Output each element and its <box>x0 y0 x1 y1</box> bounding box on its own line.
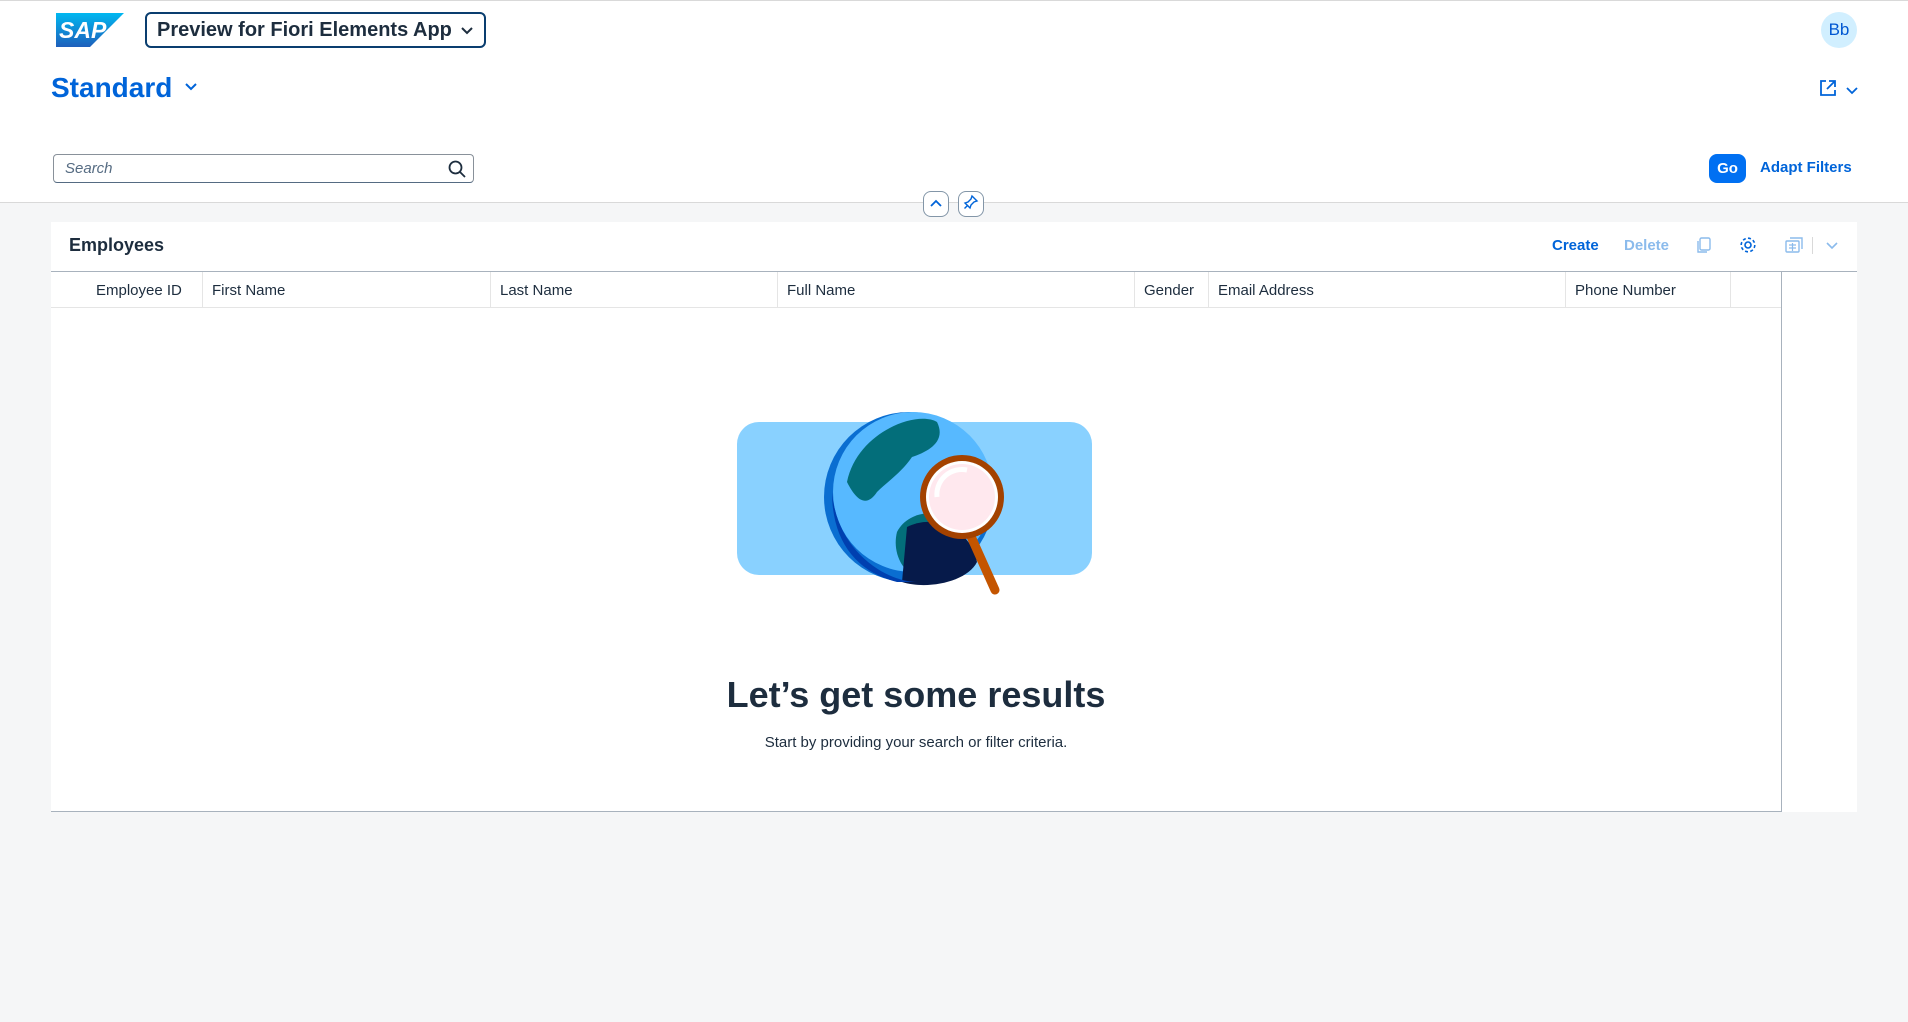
table-top-border <box>1782 271 1857 272</box>
search-icon[interactable] <box>447 159 467 179</box>
chevron-up-icon <box>930 195 942 213</box>
table-right-border <box>1781 271 1782 812</box>
empty-state-title: Let’s get some results <box>726 674 1106 715</box>
column-header-label: Last Name <box>500 281 573 299</box>
pin-icon <box>963 194 979 215</box>
chevron-down-icon <box>460 19 474 42</box>
column-header-gender[interactable]: Gender <box>1135 272 1209 308</box>
sap-logo[interactable]: SAP <box>56 13 124 47</box>
column-header-employee-id[interactable]: Employee ID <box>51 272 203 308</box>
adapt-filters-button[interactable]: Adapt Filters <box>1760 159 1852 176</box>
variant-title: Standard <box>51 72 173 103</box>
table-title: Employees <box>69 235 165 255</box>
filter-header: Standard Go Adapt Filters <box>0 58 1908 203</box>
chevron-down-icon <box>1846 82 1858 100</box>
column-header-label: Phone Number <box>1575 281 1676 299</box>
chevron-down-icon[interactable] <box>1821 234 1843 256</box>
column-header-label: Gender <box>1144 281 1195 299</box>
delete-label: Delete <box>1624 237 1670 254</box>
create-button[interactable]: Create <box>1552 237 1599 254</box>
column-header-phone-number[interactable]: Phone Number <box>1566 272 1731 308</box>
variant-management[interactable]: Standard <box>51 72 198 104</box>
adapt-filters-label: Adapt Filters <box>1760 159 1852 176</box>
share-menu-button[interactable] <box>1818 78 1858 103</box>
create-label: Create <box>1552 237 1599 254</box>
search-field[interactable] <box>53 154 474 183</box>
shell-bar: SAP Preview for Fiori Elements App Bb <box>0 0 1908 58</box>
pin-header-button[interactable] <box>958 191 984 217</box>
avatar-initials: Bb <box>1828 20 1850 39</box>
search-input[interactable] <box>54 155 434 182</box>
column-header-label: Email Address <box>1218 281 1314 299</box>
column-header-label: Employee ID <box>96 281 182 299</box>
delete-button[interactable]: Delete <box>1624 237 1669 254</box>
settings-icon[interactable] <box>1737 234 1759 256</box>
copy-icon[interactable] <box>1693 234 1715 256</box>
app-title-menu-button[interactable]: Preview for Fiori Elements App <box>145 12 486 48</box>
column-header-last-name[interactable]: Last Name <box>491 272 778 308</box>
table-bottom-border <box>51 811 1782 812</box>
table-header-row: Employee ID First Name Last Name Full Na… <box>51 271 1781 308</box>
app-title: Preview for Fiori Elements App <box>157 18 452 41</box>
no-search-results-illustration <box>737 412 1107 597</box>
empty-state-subtitle: Start by providing your search or filter… <box>764 734 1068 751</box>
go-button[interactable]: Go <box>1709 154 1746 183</box>
column-header-full-name[interactable]: Full Name <box>778 272 1135 308</box>
employees-table-card: Employees Create Delete Employee ID Firs… <box>51 222 1857 812</box>
column-header-label: Full Name <box>787 281 856 299</box>
sap-logo-text: SAP <box>59 17 107 43</box>
column-header-email-address[interactable]: Email Address <box>1209 272 1566 308</box>
column-header-label: First Name <box>212 281 286 299</box>
user-avatar[interactable]: Bb <box>1821 12 1857 48</box>
go-button-label: Go <box>1717 160 1738 177</box>
collapse-header-button[interactable] <box>923 191 949 217</box>
toolbar-separator <box>1812 237 1813 254</box>
chevron-down-icon <box>184 79 198 97</box>
export-icon[interactable] <box>1783 234 1805 256</box>
column-header-first-name[interactable]: First Name <box>203 272 491 308</box>
share-icon <box>1818 78 1838 103</box>
